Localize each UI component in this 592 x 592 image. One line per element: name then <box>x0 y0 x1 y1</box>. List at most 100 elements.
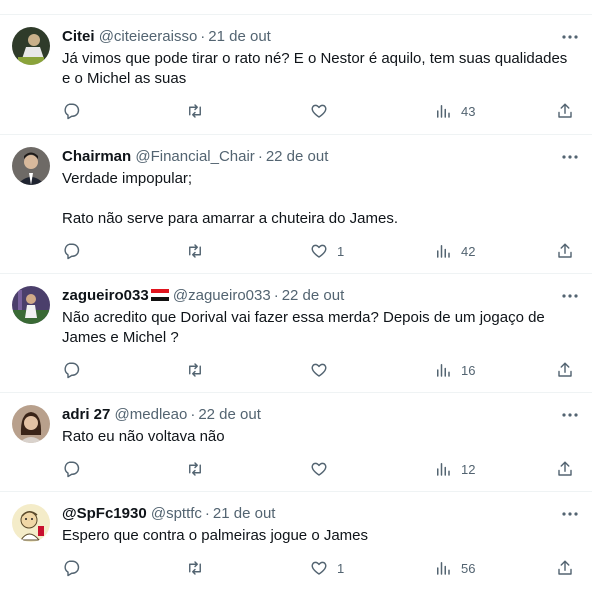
avatar[interactable] <box>12 504 50 542</box>
more-icon[interactable] <box>560 147 580 167</box>
retweet-icon <box>186 460 204 478</box>
tweet-line: James e Michel ? <box>62 329 179 346</box>
tweet-header: zagueiro033 @zagueiro033 · 22 de out <box>62 286 344 306</box>
retweet-button[interactable] <box>186 241 204 261</box>
views-icon <box>434 102 452 120</box>
share-button[interactable] <box>556 459 574 479</box>
timestamp[interactable]: 22 de out <box>266 148 329 165</box>
like-button[interactable] <box>310 459 337 479</box>
tweet-line: Rato não serve para amarrar a chuteira d… <box>62 210 398 227</box>
author-name[interactable]: zagueiro033 <box>62 287 149 304</box>
timestamp[interactable]: 22 de out <box>282 287 345 304</box>
reply-button[interactable] <box>62 459 80 479</box>
tweet[interactable]: @SpFc1930 @spttfc · 21 de out Espero que c… <box>0 492 592 592</box>
views-icon <box>434 242 452 260</box>
share-icon <box>556 559 574 577</box>
like-button[interactable] <box>310 101 337 121</box>
like-button[interactable] <box>310 360 337 380</box>
share-icon <box>556 242 574 260</box>
heart-icon <box>310 242 328 260</box>
reply-icon <box>62 559 80 577</box>
action-bar: 16 <box>62 360 582 380</box>
tweet-header: Chairman @Financial_Chair · 22 de out <box>62 147 328 167</box>
timestamp[interactable]: 21 de out <box>208 28 271 45</box>
author-name[interactable]: adri 27 <box>62 406 110 423</box>
tweet-text: Já vimos que pode tirar o rato né? E o N… <box>62 49 582 89</box>
more-icon[interactable] <box>560 405 580 425</box>
author-handle[interactable]: @zagueiro033 <box>173 287 271 304</box>
views-button[interactable]: 56 <box>434 558 475 578</box>
reply-button[interactable] <box>62 360 80 380</box>
author-handle[interactable]: @citeieeraisso <box>99 28 198 45</box>
retweet-button[interactable] <box>186 459 204 479</box>
tweet-header: adri 27 @medleao · 22 de out <box>62 405 261 425</box>
tweet-line: Rato eu não voltava não <box>62 428 225 445</box>
retweet-button[interactable] <box>186 558 204 578</box>
avatar[interactable] <box>12 405 50 443</box>
action-bar: 43 <box>62 101 582 121</box>
views-icon <box>434 559 452 577</box>
views-button[interactable]: 43 <box>434 101 475 121</box>
share-icon <box>556 102 574 120</box>
share-button[interactable] <box>556 241 574 261</box>
share-button[interactable] <box>556 360 574 380</box>
tweet[interactable]: Chairman @Financial_Chair · 22 de out Verd… <box>0 135 592 274</box>
tweet-line: Verdade impopular; <box>62 170 193 187</box>
avatar[interactable] <box>12 147 50 185</box>
retweet-icon <box>186 242 204 260</box>
reply-button[interactable] <box>62 558 80 578</box>
timestamp[interactable]: 22 de out <box>198 406 261 423</box>
tweet-text: Verdade impopular; Rato não serve para a… <box>62 169 582 229</box>
tweet[interactable]: zagueiro033 @zagueiro033 · 22 de out Não a… <box>0 274 592 393</box>
tweet-text: Espero que contra o palmeiras jogue o Ja… <box>62 526 582 546</box>
retweet-button[interactable] <box>186 101 204 121</box>
view-count: 12 <box>461 461 476 477</box>
heart-icon <box>310 361 328 379</box>
like-count: 1 <box>337 560 345 576</box>
more-icon[interactable] <box>560 504 580 524</box>
action-bar: 1 56 <box>62 558 582 578</box>
flag-icon <box>150 287 169 301</box>
avatar[interactable] <box>12 286 50 324</box>
reply-icon <box>62 361 80 379</box>
views-button[interactable]: 42 <box>434 241 475 261</box>
retweet-button[interactable] <box>186 360 204 380</box>
separator-dot: · <box>204 505 210 522</box>
heart-icon <box>310 460 328 478</box>
tweet-header: Citei @citeieeraisso · 21 de out <box>62 27 271 47</box>
avatar[interactable] <box>12 27 50 65</box>
tweet-line <box>62 189 582 209</box>
retweet-icon <box>186 559 204 577</box>
tweet-line: Não acredito que Dorival vai fazer essa … <box>62 309 545 326</box>
views-button[interactable]: 16 <box>434 360 475 380</box>
more-icon[interactable] <box>560 286 580 306</box>
like-count: 1 <box>337 243 345 259</box>
reply-button[interactable] <box>62 241 80 261</box>
author-name[interactable]: Chairman <box>62 148 131 165</box>
tweet[interactable]: adri 27 @medleao · 22 de out Rato eu não v… <box>0 393 592 492</box>
view-count: 56 <box>461 560 476 576</box>
author-handle[interactable]: @spttfc <box>151 505 202 522</box>
view-count: 16 <box>461 362 476 378</box>
tweet-line: e o Michel as suas <box>62 70 187 87</box>
share-button[interactable] <box>556 101 574 121</box>
views-icon <box>434 361 452 379</box>
share-button[interactable] <box>556 558 574 578</box>
view-count: 42 <box>461 243 476 259</box>
author-handle[interactable]: @Financial_Chair <box>135 148 254 165</box>
like-button[interactable]: 1 <box>310 558 344 578</box>
more-icon[interactable] <box>560 27 580 47</box>
tweet-text: Não acredito que Dorival vai fazer essa … <box>62 308 582 348</box>
author-name[interactable]: Citei <box>62 28 95 45</box>
views-button[interactable]: 12 <box>434 459 475 479</box>
tweet[interactable]: Citei @citeieeraisso · 21 de out Já vimos … <box>0 15 592 135</box>
timestamp[interactable]: 21 de out <box>213 505 276 522</box>
separator-dot: · <box>257 148 263 165</box>
view-count: 43 <box>461 103 476 119</box>
reply-button[interactable] <box>62 101 80 121</box>
like-button[interactable]: 1 <box>310 241 344 261</box>
heart-icon <box>310 559 328 577</box>
author-handle[interactable]: @medleao <box>115 406 188 423</box>
share-icon <box>556 460 574 478</box>
author-name[interactable]: @SpFc1930 <box>62 505 147 522</box>
